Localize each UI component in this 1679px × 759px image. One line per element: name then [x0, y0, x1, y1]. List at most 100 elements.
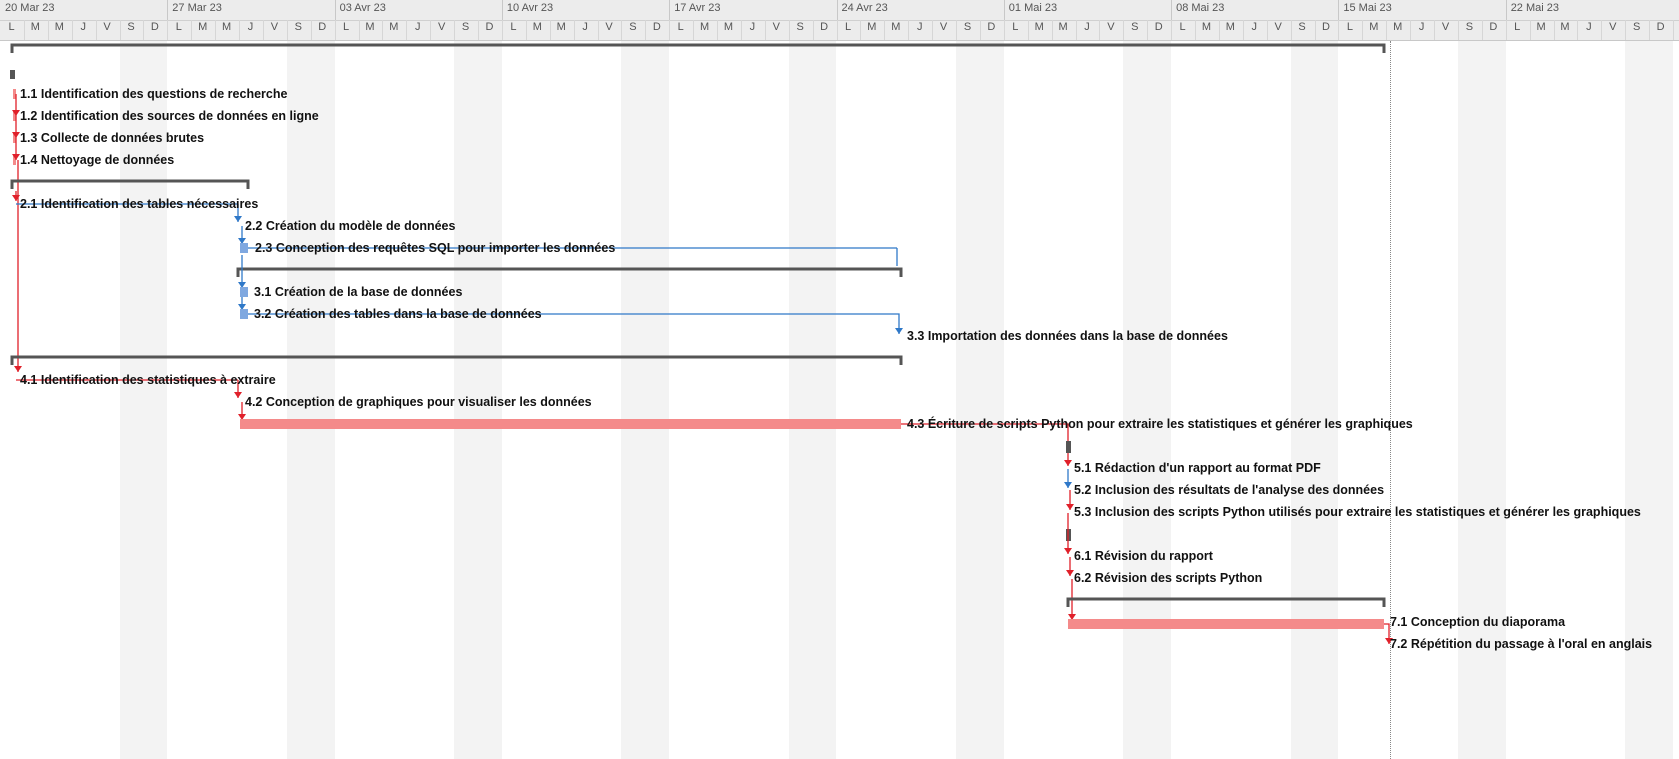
task-bar-3-1[interactable]	[240, 287, 248, 297]
week-separator	[1003, 0, 1005, 20]
day-label: S	[629, 21, 637, 33]
day-label: M	[54, 21, 64, 33]
task-label-6-2[interactable]: 6.2 Révision des scripts Python	[1074, 571, 1262, 585]
day-label: V	[270, 21, 279, 33]
day-label: D	[1322, 21, 1330, 33]
task-label-3-1[interactable]: 3.1 Création de la base de données	[254, 285, 462, 299]
day-label: M	[1201, 21, 1212, 33]
day-label: J	[582, 21, 588, 33]
task-label-2-2[interactable]: 2.2 Création du modèle de données	[245, 219, 455, 233]
day-label: M	[891, 21, 901, 33]
task-label-1-4[interactable]: 1.4 Nettoyage de données	[20, 153, 174, 167]
link-5-2-to-5-3-arrow	[1066, 504, 1074, 510]
task-label-5-1[interactable]: 5.1 Rédaction d'un rapport au format PDF	[1074, 461, 1321, 475]
task-label-2-3[interactable]: 2.3 Conception des requêtes SQL pour imp…	[255, 241, 615, 255]
day-label: D	[820, 21, 829, 33]
day-label: D	[1154, 21, 1163, 33]
week-separator	[836, 0, 838, 20]
link-6-1-to-6-2-arrow	[1066, 570, 1074, 576]
task-label-7-2[interactable]: 7.2 Répétition du passage à l'oral en an…	[1390, 637, 1652, 651]
task-label-7-1[interactable]: 7.1 Conception du diaporama	[1390, 615, 1565, 629]
week-separator	[167, 0, 169, 20]
task-label-4-2[interactable]: 4.2 Conception de graphiques pour visual…	[245, 395, 592, 409]
day-label: D	[485, 21, 494, 33]
day-label: M	[700, 21, 710, 33]
task-label-6-1[interactable]: 6.1 Révision du rapport	[1074, 549, 1213, 563]
day-label: J	[749, 21, 756, 33]
week-label: 20 Mar 23	[5, 2, 55, 14]
day-label: M	[365, 21, 375, 33]
day-label: M	[389, 21, 399, 33]
phase-5-summary-marker[interactable]	[1066, 441, 1071, 453]
task-label-5-3[interactable]: 5.3 Inclusion des scripts Python utilisé…	[1074, 505, 1641, 519]
day-label: M	[1058, 21, 1068, 33]
day-label: M	[1034, 21, 1044, 33]
link-4-1-to-4-2-arrow	[234, 392, 242, 398]
phase-3-summary-bar[interactable]	[236, 267, 903, 277]
task-label-3-2[interactable]: 3.2 Création des tables dans la base de …	[254, 307, 542, 321]
day-label: L	[1673, 21, 1679, 33]
day-label: M	[1369, 21, 1379, 33]
day-label: J	[247, 21, 254, 33]
day-label: L	[677, 21, 684, 33]
task-label-1-2[interactable]: 1.2 Identification des sources de donnée…	[20, 109, 319, 123]
gantt-chart-area[interactable]: 1.1 Identification des questions de rech…	[0, 41, 1679, 759]
link-2-1-to-2-2-arrow	[234, 216, 242, 222]
day-label: L	[844, 21, 852, 33]
task-label-1-1[interactable]: 1.1 Identification des questions de rech…	[20, 87, 287, 101]
phase-7-summary-bar[interactable]	[1066, 597, 1386, 607]
day-label: D	[318, 21, 327, 33]
task-bar-7-1[interactable]	[1068, 619, 1384, 629]
task-bar-2-3[interactable]	[240, 243, 248, 253]
week-separator	[669, 0, 671, 20]
day-label: V	[1441, 21, 1450, 33]
link-4-3-to-5-1-arrow	[1064, 460, 1072, 466]
phase-2-summary-bar[interactable]	[10, 179, 250, 189]
link-5-1-to-5-2-arrow	[1064, 482, 1072, 488]
link-3-2-to-3-3-arrow	[895, 328, 903, 334]
day-label: D	[652, 21, 661, 33]
day-label: M	[556, 21, 566, 33]
task-label-1-3[interactable]: 1.3 Collecte de données brutes	[20, 131, 204, 145]
phase-1-summary-marker[interactable]	[10, 70, 15, 79]
week-label: 10 Avr 23	[506, 2, 554, 14]
task-label-4-3[interactable]: 4.3 Écriture de scripts Python pour extr…	[907, 417, 1413, 431]
week-label: 08 Mai 23	[1176, 2, 1225, 14]
day-label: L	[1346, 21, 1353, 33]
day-label: M	[1536, 21, 1546, 33]
task-label-3-3[interactable]: 3.3 Importation des données dans la base…	[907, 329, 1228, 343]
day-label: M	[30, 21, 40, 33]
day-label: J	[916, 21, 923, 33]
day-label: D	[1656, 21, 1665, 33]
day-label: D	[1489, 21, 1498, 33]
project-summary-bar[interactable]	[10, 43, 1386, 53]
day-label: M	[1393, 21, 1403, 33]
task-label-5-2[interactable]: 5.2 Inclusion des résultats de l'analyse…	[1074, 483, 1384, 497]
week-separator	[1505, 0, 1507, 20]
day-label: M	[867, 21, 877, 33]
day-label: M	[532, 21, 542, 33]
day-label: J	[1084, 21, 1090, 33]
task-label-2-1[interactable]: 2.1 Identification des tables nécessaire…	[20, 197, 258, 211]
task-bar-4-3[interactable]	[240, 419, 901, 429]
day-label: V	[1274, 21, 1282, 33]
timescale-header: 20 Mar 23 27 Mar 23 03 Avr 23 10 Avr 23 17 A…	[0, 0, 1679, 41]
day-label: L	[1012, 21, 1019, 33]
task-label-4-1[interactable]: 4.1 Identification des statistiques à ex…	[20, 373, 276, 387]
day-label: S	[127, 21, 135, 33]
day-label: J	[1251, 21, 1258, 33]
day-label: S	[963, 21, 972, 33]
day-label: S	[1465, 21, 1474, 33]
week-label: 01 Mai 23	[1008, 2, 1058, 14]
week-label: 03 Avr 23	[339, 2, 386, 14]
day-label: V	[1107, 21, 1115, 33]
day-label: M	[723, 21, 734, 33]
day-label: L	[8, 21, 15, 33]
day-label: M	[1225, 21, 1235, 33]
day-label: V	[1609, 21, 1617, 33]
task-bar-3-2[interactable]	[240, 309, 248, 319]
day-label: M	[1560, 21, 1570, 33]
week-label: 15 Mai 23	[1343, 2, 1392, 14]
day-label: D	[987, 21, 996, 33]
phase-4-summary-bar[interactable]	[10, 355, 903, 365]
